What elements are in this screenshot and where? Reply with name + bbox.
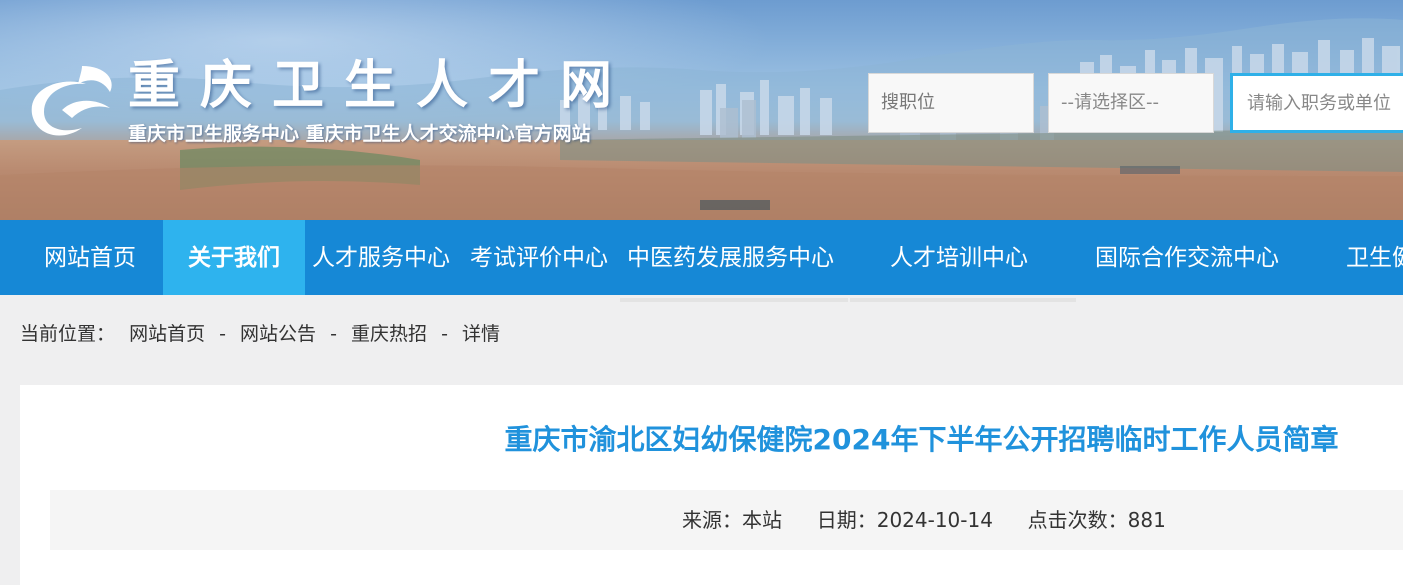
breadcrumb-hot-jobs[interactable]: 重庆热招: [351, 318, 427, 350]
breadcrumb-current: 详情: [461, 323, 500, 345]
nav-item-talent-service[interactable]: 人才服务中心: [312, 220, 450, 295]
breadcrumb: 当前位置： 网站首页 - 网站公告 - 重庆热招 - 详情: [20, 318, 500, 350]
views-count: 881: [1127, 508, 1166, 532]
district-select[interactable]: --请选择区--: [1048, 73, 1214, 133]
nav-item-tcm[interactable]: 中医药发展服务中心: [627, 220, 834, 295]
keyword-search-input[interactable]: 请输入职务或单位: [1230, 73, 1403, 133]
site-title: 重庆卫生人才网: [128, 56, 633, 116]
nav-dropdown-shadow: [850, 298, 1076, 302]
nav-item-training[interactable]: 人才培训中心: [890, 220, 1028, 295]
breadcrumb-prefix: 当前位置：: [20, 323, 116, 345]
date-value: 2024-10-14: [876, 508, 993, 532]
article-title: 重庆市渝北区妇幼保健院2024年下半年公开招聘临时工作人员简章: [504, 423, 1339, 456]
article-card: [20, 385, 1403, 585]
article-meta: 来源：本站 日期：2024-10-14 点击次数：881: [682, 505, 1166, 535]
breadcrumb-separator: -: [330, 323, 337, 345]
source-label: 来源：: [682, 508, 742, 532]
source-value: 本站: [742, 508, 782, 532]
nav-item-international[interactable]: 国际合作交流中心: [1095, 220, 1279, 295]
breadcrumb-separator: -: [441, 323, 448, 345]
date-label: 日期：: [816, 508, 877, 532]
nav-item-exam[interactable]: 考试评价中心: [470, 220, 608, 295]
breadcrumb-separator: -: [219, 323, 226, 345]
breadcrumb-home[interactable]: 网站首页: [129, 318, 205, 350]
site-subtitle: 重庆市卫生服务中心 重庆市卫生人才交流中心官方网站: [128, 123, 591, 145]
views-label: 点击次数：: [1027, 508, 1128, 532]
header-banner: 重庆卫生人才网 重庆市卫生服务中心 重庆市卫生人才交流中心官方网站 搜职位 --…: [0, 0, 1403, 220]
site-logo: [31, 66, 112, 136]
nav-dropdown-shadow: [620, 298, 848, 302]
nav-item-home[interactable]: 网站首页: [44, 220, 136, 295]
nav-item-health[interactable]: 卫生健: [1346, 220, 1403, 295]
breadcrumb-notices[interactable]: 网站公告: [240, 318, 316, 350]
main-nav: 网站首页 关于我们 人才服务中心 考试评价中心 中医药发展服务中心 人才培训中心…: [0, 220, 1403, 295]
job-search-field[interactable]: 搜职位: [868, 73, 1034, 133]
nav-item-about[interactable]: 关于我们: [163, 220, 305, 295]
